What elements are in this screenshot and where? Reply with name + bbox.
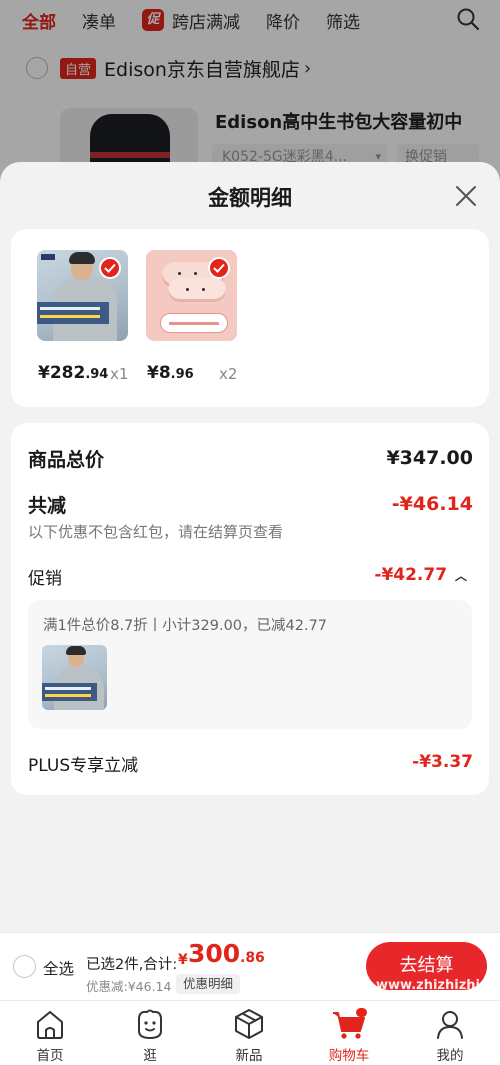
- select-all-radio[interactable]: [13, 955, 36, 978]
- promo-toggle[interactable]: -¥42.77 ︿: [374, 565, 467, 585]
- goods-qty: x1: [110, 365, 129, 383]
- jacket-product-image: [37, 250, 128, 341]
- goods-price: ¥282.94: [38, 363, 108, 383]
- cube-icon: [235, 1009, 263, 1039]
- tab-new[interactable]: 新品: [214, 1007, 284, 1064]
- total-price-label: 商品总价: [28, 449, 105, 471]
- total-currency: ¥: [178, 952, 188, 968]
- discount-detail-button[interactable]: 优惠明细: [176, 974, 241, 994]
- selected-count: 已选2件,合计:: [86, 957, 178, 973]
- promo-value: -¥42.77: [374, 565, 448, 585]
- checkmark-icon: [208, 257, 230, 279]
- user-icon: [437, 1011, 463, 1039]
- total-price-value: ¥347.00: [386, 447, 473, 469]
- goods-price: ¥8.96: [147, 363, 194, 383]
- home-icon: [37, 1011, 63, 1039]
- browse-icon: [138, 1009, 162, 1040]
- goods-card: ¥282.94 x1 ¥8.96 x2: [11, 229, 489, 407]
- goods-qty: x2: [219, 365, 238, 383]
- total-amount-dec: .86: [240, 950, 265, 966]
- promo-detail-text: 满1件总价8.7折丨小计329.00，已减42.77: [43, 618, 328, 634]
- total-amount-int: 300: [188, 939, 241, 968]
- promo-label: 促销: [28, 569, 62, 589]
- sheet-title: 金额明细: [208, 186, 292, 210]
- tab-mine[interactable]: 我的: [415, 1007, 485, 1064]
- tab-browse-label: 逛: [143, 1048, 157, 1064]
- plus-discount-value: -¥3.37: [412, 752, 473, 772]
- select-all-label[interactable]: 全选: [43, 957, 74, 979]
- price-detail-card: 商品总价 ¥347.00 共减 -¥46.14 以下优惠不包含红包，请在结算页查…: [11, 423, 489, 795]
- plus-discount-label: PLUS专享立减: [28, 756, 139, 776]
- promo-jacket-thumbnail[interactable]: [42, 645, 107, 710]
- goods-item[interactable]: ¥282.94 x1: [37, 250, 137, 383]
- discount-summary: 优惠减:¥46.14: [86, 979, 172, 994]
- cart-icon: [333, 1008, 367, 1039]
- tab-browse[interactable]: 逛: [115, 1007, 185, 1064]
- goods-price-dec: .96: [170, 367, 194, 382]
- checkmark-icon: [99, 257, 121, 279]
- reduce-note: 以下优惠不包含红包，请在结算页查看: [28, 523, 284, 541]
- bottom-tab-bar: 首页 逛 新品 购物车 我的: [0, 1000, 500, 1065]
- total-reduce-label: 共减: [28, 495, 67, 517]
- amount-detail-sheet: 金额明细 ¥282.94 x1 ¥8.96 x2 商品总价 ¥347.00 共减…: [0, 162, 500, 932]
- close-icon[interactable]: [452, 182, 480, 210]
- watermark: www.zhizhizhi.com: [376, 978, 500, 993]
- total-reduce-value: -¥46.14: [391, 493, 473, 515]
- tab-home[interactable]: 首页: [15, 1007, 85, 1064]
- goods-price-int: ¥282: [38, 363, 86, 383]
- tab-home-label: 首页: [36, 1048, 64, 1064]
- tab-cart[interactable]: 购物车: [314, 1007, 384, 1064]
- tab-new-label: 新品: [235, 1048, 263, 1064]
- tab-cart-label: 购物车: [328, 1048, 370, 1064]
- chevron-up-icon: ︿: [454, 569, 467, 583]
- promo-detail-box: 满1件总价8.7折丨小计329.00，已减42.77: [28, 600, 472, 729]
- tab-mine-label: 我的: [436, 1048, 464, 1064]
- slipper-product-image: [146, 250, 237, 341]
- goods-item[interactable]: ¥8.96 x2: [146, 250, 246, 383]
- goods-price-dec: .94: [85, 367, 109, 382]
- goods-price-int: ¥8: [147, 363, 171, 383]
